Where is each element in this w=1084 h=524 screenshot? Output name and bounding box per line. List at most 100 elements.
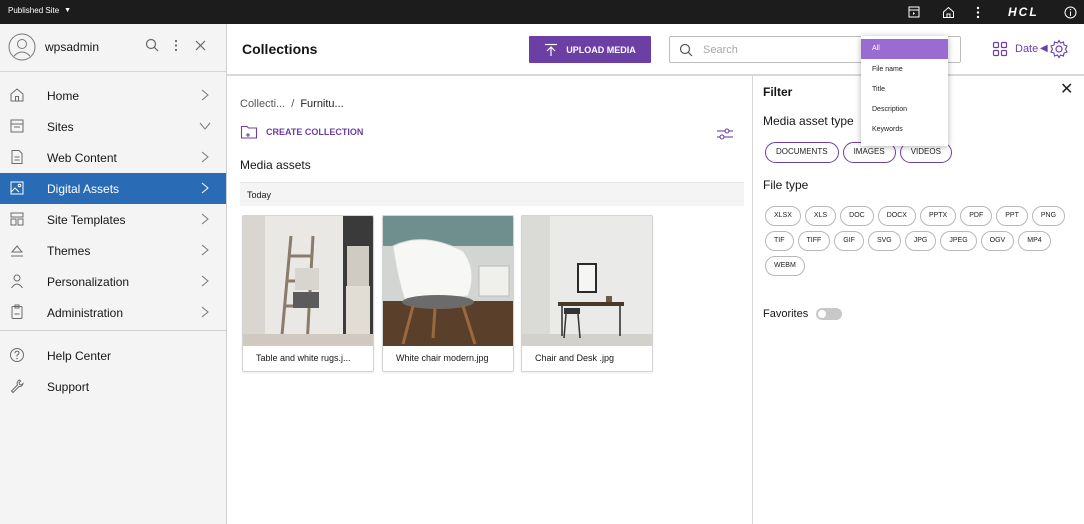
media-type-label: Media asset type xyxy=(763,114,854,128)
sort-date-button[interactable]: Date xyxy=(1015,43,1038,55)
file-type-label: File type xyxy=(763,178,809,192)
favorites-label: Favorites xyxy=(763,308,809,320)
user-row: wpsadmin xyxy=(0,24,227,72)
chip-tiff[interactable]: TIFF xyxy=(797,231,831,251)
page-title: Collections xyxy=(242,41,318,57)
search-scope-option-title[interactable]: Title xyxy=(861,80,948,100)
page-header: Collections UPLOAD MEDIA Date ◀ xyxy=(227,24,1084,76)
filter-toggle-icon[interactable] xyxy=(716,126,734,142)
chip-jpeg[interactable]: JPEG xyxy=(940,231,977,251)
search-scope-option-description[interactable]: Description xyxy=(861,100,948,120)
chevron-right-icon xyxy=(201,182,209,194)
site-icon xyxy=(10,119,24,133)
asset-card[interactable]: Chair and Desk .jpg xyxy=(521,215,653,372)
grid-view-icon[interactable] xyxy=(992,41,1008,57)
clipboard-icon xyxy=(11,304,23,319)
chip-webm[interactable]: WEBM xyxy=(765,256,805,276)
close-icon[interactable]: ✕ xyxy=(1060,82,1074,98)
sidebar: wpsadmin Home Sites Web Content Digital … xyxy=(0,24,227,524)
chip-ppt[interactable]: PPT xyxy=(996,206,1028,226)
sidebar-item-themes[interactable]: Themes xyxy=(0,235,226,266)
chip-docx[interactable]: DOCX xyxy=(877,206,916,226)
main-content: Collecti... / Furnitu... CREATE COLLECTI… xyxy=(227,76,752,524)
favorites-toggle[interactable] xyxy=(816,308,843,320)
breadcrumb-item-current: Furnitu... xyxy=(300,98,344,110)
person-icon xyxy=(11,274,23,289)
gear-icon[interactable] xyxy=(1049,39,1069,59)
upload-media-button[interactable]: UPLOAD MEDIA xyxy=(529,36,651,63)
search-scope-option-file-name[interactable]: File name xyxy=(861,60,948,80)
search-icon[interactable] xyxy=(142,35,162,55)
close-icon[interactable] xyxy=(190,35,210,55)
asset-card[interactable]: White chair modern.jpg xyxy=(382,215,514,372)
sidebar-item-help-center[interactable]: Help Center xyxy=(0,340,226,371)
top-bar: Published Site ▼ HCL xyxy=(0,0,1084,24)
more-vertical-icon[interactable] xyxy=(166,35,186,55)
site-selector-label: Published Site xyxy=(8,6,60,15)
username: wpsadmin xyxy=(45,40,100,54)
chip-png[interactable]: PNG xyxy=(1031,206,1066,226)
section-title: Media assets xyxy=(240,158,311,172)
sidebar-item-label: Home xyxy=(47,89,80,103)
asset-card[interactable]: Table and white rugs.j... xyxy=(242,215,374,372)
asset-name: White chair modern.jpg xyxy=(396,353,489,363)
chip-xls[interactable]: XLS xyxy=(804,206,837,226)
chip-doc[interactable]: DOC xyxy=(840,206,874,226)
sidebar-item-personalization[interactable]: Personalization xyxy=(0,266,226,297)
chip-tif[interactable]: TIF xyxy=(765,231,794,251)
asset-thumbnail xyxy=(522,216,652,346)
chip-svg[interactable]: SVG xyxy=(867,231,901,251)
wrench-icon xyxy=(10,379,24,394)
document-icon xyxy=(11,150,23,164)
site-selector[interactable]: Published Site ▼ xyxy=(8,6,71,15)
sidebar-item-site-templates[interactable]: Site Templates xyxy=(0,204,226,235)
breadcrumb-item-collections[interactable]: Collecti... xyxy=(240,98,285,110)
sidebar-item-label: Support xyxy=(47,380,90,394)
hcl-logo: HCL xyxy=(1008,5,1039,19)
sidebar-item-label: Digital Assets xyxy=(47,182,120,196)
sidebar-item-support[interactable]: Support xyxy=(0,371,226,402)
chip-jpg[interactable]: JPG xyxy=(904,231,937,251)
sidebar-item-label: Site Templates xyxy=(47,213,126,227)
upload-icon xyxy=(545,43,558,56)
sidebar-item-label: Themes xyxy=(47,244,91,258)
chip-pdf[interactable]: PDF xyxy=(960,206,993,226)
info-icon[interactable] xyxy=(1062,4,1078,20)
sidebar-item-sites[interactable]: Sites xyxy=(0,111,226,142)
image-icon xyxy=(10,181,24,195)
chevron-right-icon xyxy=(201,89,209,101)
sort-arrow-icon[interactable]: ◀ xyxy=(1040,43,1048,54)
search-input[interactable] xyxy=(703,41,883,59)
date-group-header: Today xyxy=(240,182,744,206)
search-scope-option-all[interactable]: All xyxy=(861,39,948,59)
sidebar-item-administration[interactable]: Administration xyxy=(0,297,226,328)
user-tools xyxy=(142,35,210,55)
sidebar-item-label: Administration xyxy=(47,306,124,320)
sidebar-item-web-content[interactable]: Web Content xyxy=(0,142,226,173)
sidebar-item-home[interactable]: Home xyxy=(0,80,226,111)
sidebar-secondary-nav: Help Center Support xyxy=(0,340,226,402)
chevron-down-icon xyxy=(199,122,211,130)
sidebar-item-label: Web Content xyxy=(47,151,117,165)
breadcrumb: Collecti... / Furnitu... xyxy=(240,98,344,110)
avatar-icon[interactable] xyxy=(8,33,36,61)
sidebar-item-digital-assets[interactable]: Digital Assets xyxy=(0,173,226,204)
chip-pptx[interactable]: PPTX xyxy=(919,206,957,226)
search-scope-option-keywords[interactable]: Keywords xyxy=(861,120,948,140)
more-vertical-icon[interactable] xyxy=(970,4,986,20)
chip-documents[interactable]: DOCUMENTS xyxy=(765,142,839,163)
chevron-right-icon xyxy=(201,213,209,225)
chip-xlsx[interactable]: XLSX xyxy=(765,206,801,226)
create-collection-button[interactable]: CREATE COLLECTION xyxy=(240,123,363,141)
chip-ogv[interactable]: OGV xyxy=(980,231,1015,251)
filter-title: Filter xyxy=(763,85,793,99)
chevron-right-icon xyxy=(201,244,209,256)
preview-icon[interactable] xyxy=(906,4,922,20)
favorites-row: Favorites xyxy=(763,308,843,320)
chip-mp4[interactable]: MP4 xyxy=(1018,231,1051,251)
chip-gif[interactable]: GIF xyxy=(834,231,864,251)
asset-name: Table and white rugs.j... xyxy=(256,353,351,363)
home-icon[interactable] xyxy=(940,4,956,20)
file-type-chips: XLSX XLS DOC DOCX PPTX PDF PPT PNG TIF T… xyxy=(765,206,1075,276)
sidebar-item-label: Sites xyxy=(47,120,74,134)
